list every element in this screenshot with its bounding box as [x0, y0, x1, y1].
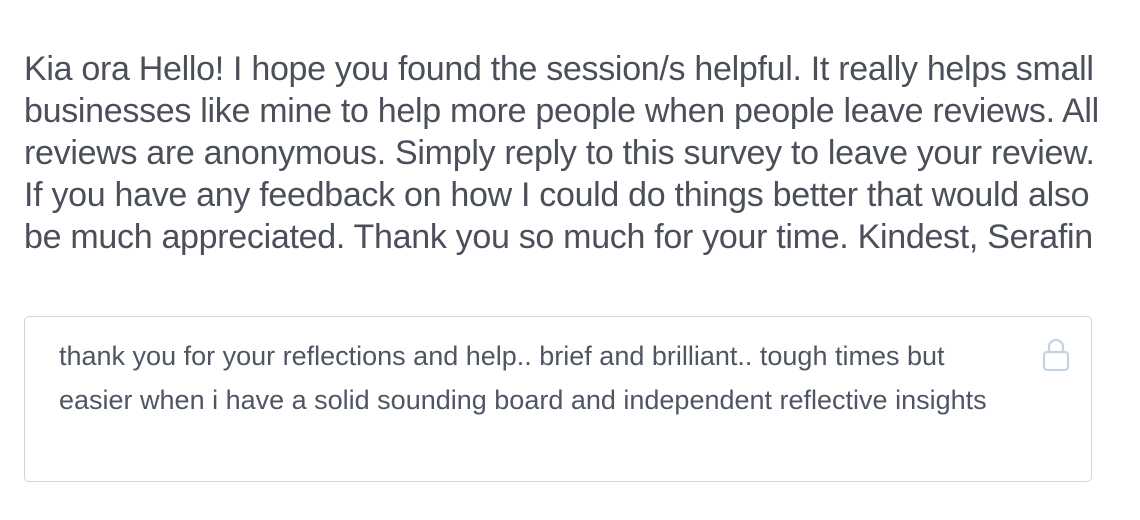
- survey-answer-text: thank you for your reflections and help.…: [59, 341, 987, 415]
- survey-answer-field[interactable]: thank you for your reflections and help.…: [24, 316, 1092, 482]
- lock-icon: [1041, 337, 1071, 373]
- survey-question-text: Kia ora Hello! I hope you found the sess…: [24, 50, 1099, 256]
